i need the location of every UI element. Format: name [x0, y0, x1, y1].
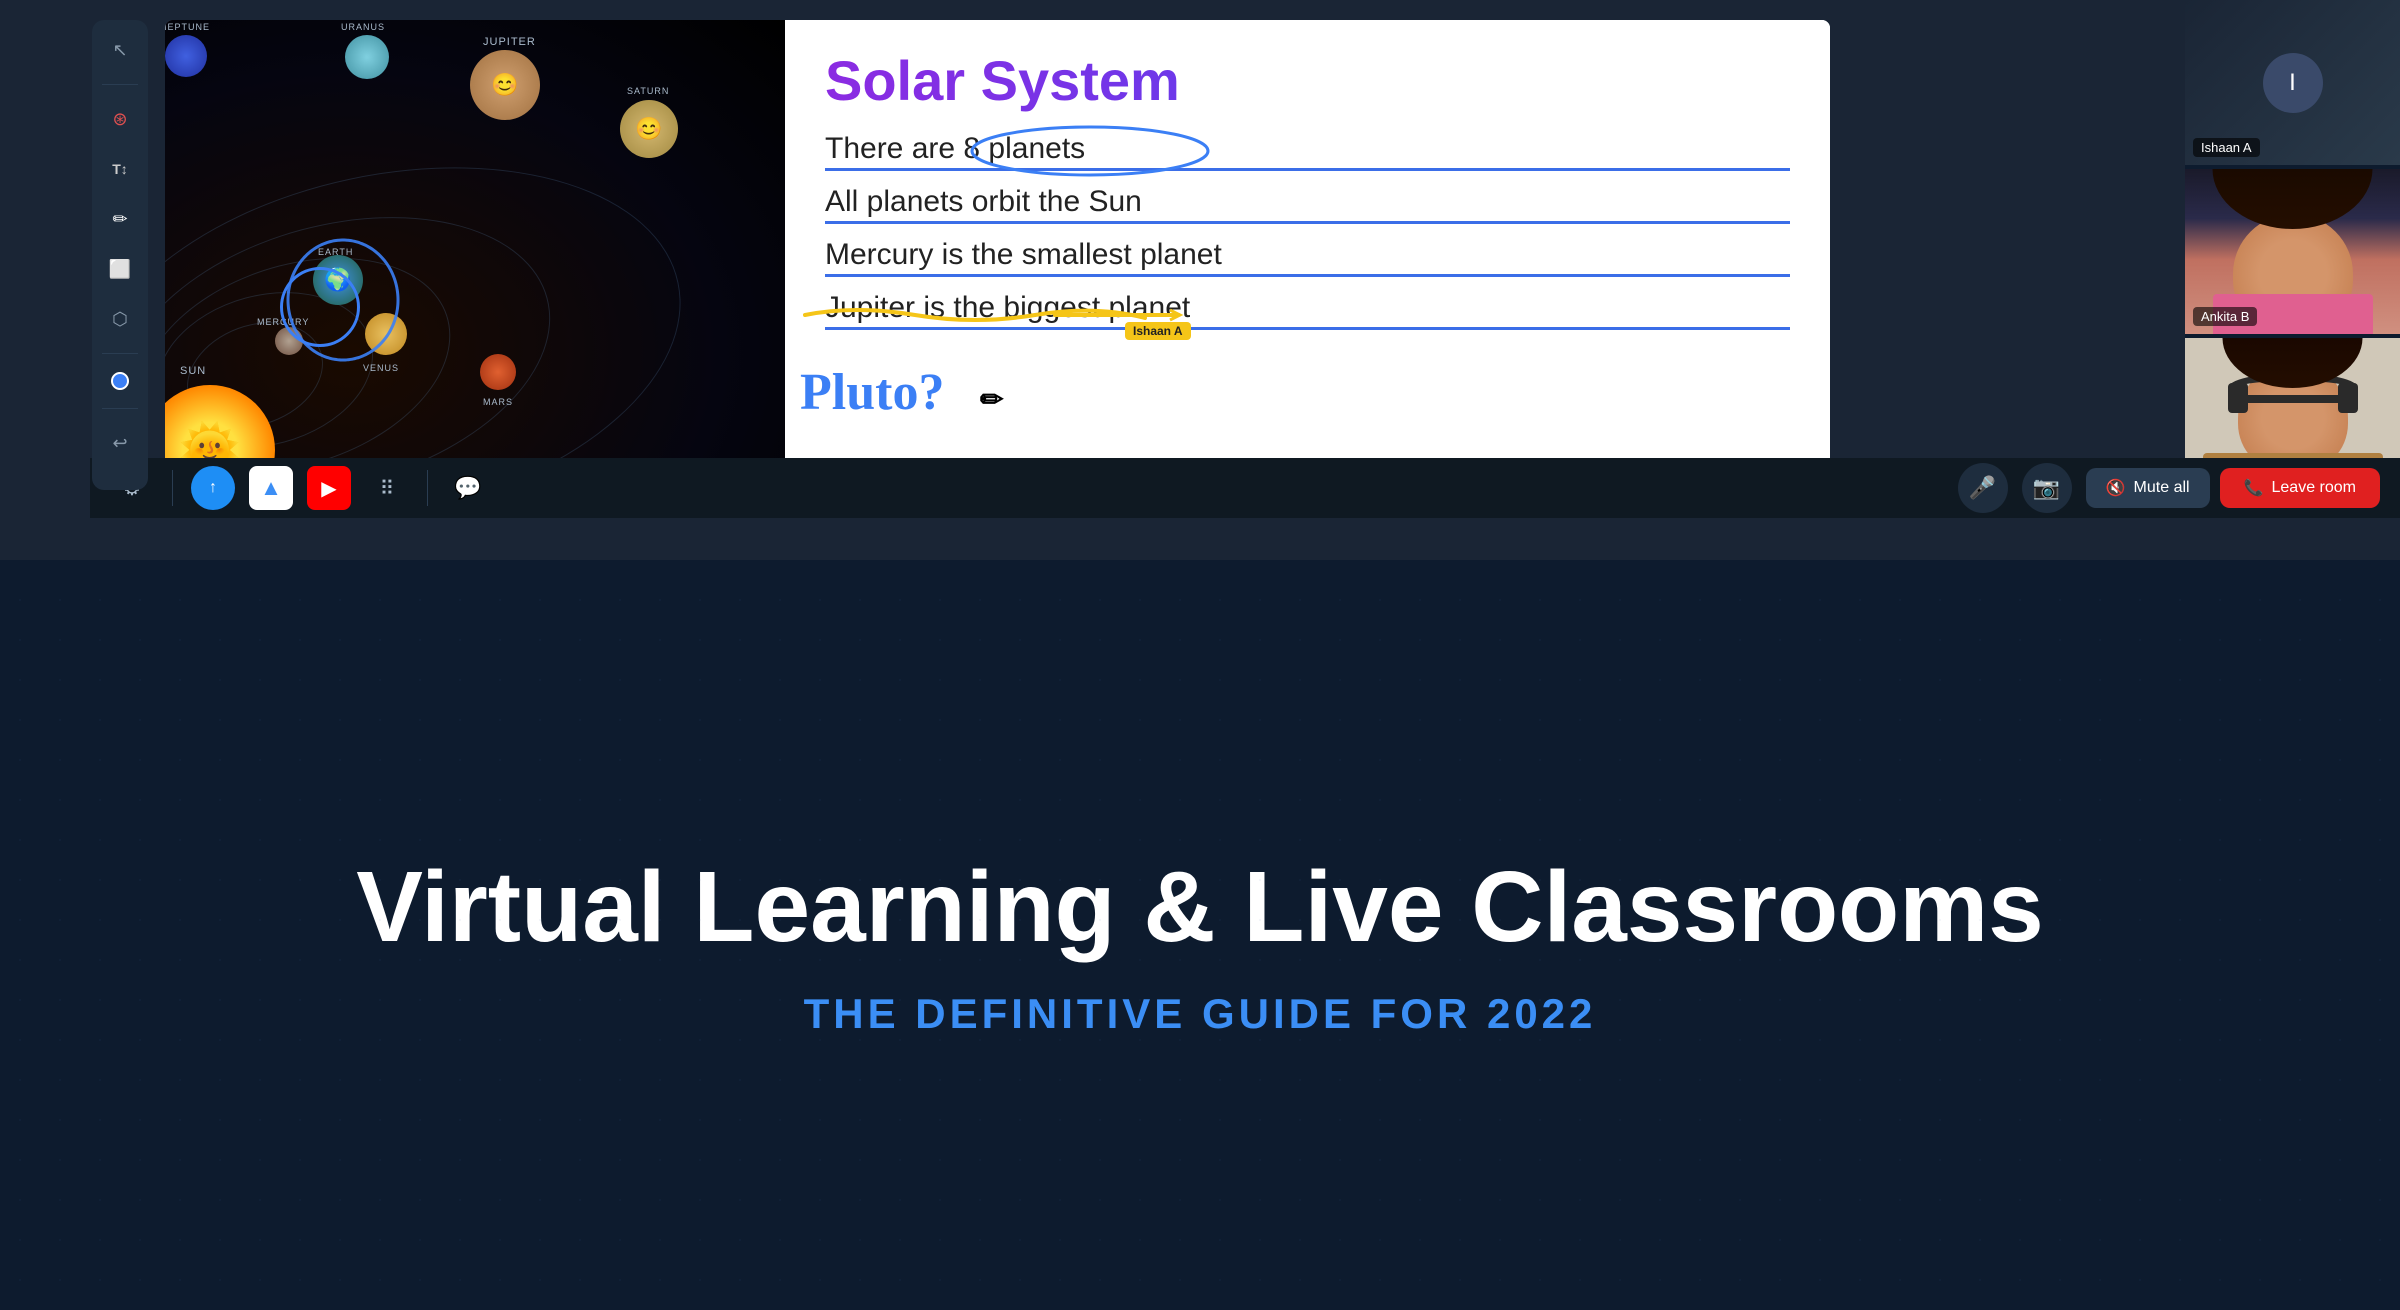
upload-button[interactable]: ↑ — [191, 466, 235, 510]
mute-icon: 🔇 — [2106, 478, 2126, 498]
fact-3: Mercury is the smallest planet — [825, 238, 1790, 277]
pluto-handwriting: Pluto? ✏ — [795, 344, 1015, 435]
drawing-toolbar: ↖ ⊛ T↕ ✏ ⬜ ⬡ ↩ — [92, 20, 148, 490]
solar-image: 🌞 SUN MERCURY VENUS 🌍 EARTH MARS 😊 JUPIT… — [165, 20, 785, 495]
text-tool[interactable]: T↕ — [104, 153, 136, 185]
chat-button[interactable]: 💬 — [446, 466, 490, 510]
mute-all-button[interactable]: 🔇 Mute all — [2086, 468, 2210, 508]
phone-icon: 📞 — [2244, 478, 2264, 498]
svg-text:Pluto?: Pluto? — [800, 364, 944, 421]
jupiter-planet: 😊 — [470, 50, 540, 120]
cursor-tool[interactable]: ↖ — [104, 34, 136, 66]
pluto-svg: Pluto? ✏ — [795, 344, 1015, 424]
toolbar-sep-1 — [172, 470, 173, 506]
slide-text-area: Solar System There are 8 planets All pla… — [785, 20, 1830, 495]
toolbar-divider-3 — [102, 408, 138, 409]
eraser-tool[interactable]: ⬜ — [104, 253, 136, 285]
saturn-label: SATURN — [627, 86, 669, 96]
mute-all-label: Mute all — [2134, 479, 2190, 497]
bottom-toolbar: ⚙ ↑ ▲ ▶ ⠿ 💬 🎤 📷 🔇 Mute all 📞 Leave room — [90, 458, 2400, 518]
earth-label: EARTH — [318, 247, 353, 257]
toolbar-sep-2 — [427, 470, 428, 506]
participant-ishaan: I Ishaan A — [2185, 0, 2400, 165]
color-picker[interactable] — [111, 372, 129, 390]
laser-tool[interactable]: ⊛ — [104, 103, 136, 135]
mercury-planet — [275, 327, 303, 355]
earth-planet: 🌍 — [313, 255, 363, 305]
whiteboard-slide: 🌞 SUN MERCURY VENUS 🌍 EARTH MARS 😊 JUPIT… — [165, 20, 1830, 495]
leave-room-label: Leave room — [2272, 479, 2357, 497]
slide-title: Solar System — [825, 50, 1790, 112]
ishaan-cursor-label: Ishaan A — [1125, 322, 1191, 340]
sun-label: SUN — [180, 365, 206, 377]
venus-planet — [365, 313, 407, 355]
pen-tool[interactable]: ✏ — [104, 203, 136, 235]
fact-1: There are 8 planets — [825, 132, 1790, 171]
ishaan-name: Ishaan A — [2193, 138, 2260, 157]
shape-tool[interactable]: ⬡ — [104, 303, 136, 335]
svg-text:✏: ✏ — [980, 385, 1004, 416]
neptune-label: NEPTUNE — [165, 22, 210, 32]
mars-label: MARS — [483, 397, 513, 407]
undo-button[interactable]: ↩ — [104, 427, 136, 459]
uranus-planet — [345, 35, 389, 79]
participants-panel: I Ishaan A Ankita B — [2185, 0, 2400, 505]
background-dots — [0, 580, 2400, 1310]
hero-section: Virtual Learning & Live Classrooms THE D… — [0, 580, 2400, 1310]
mercury-label: MERCURY — [257, 317, 309, 327]
saturn-planet: 😊 — [620, 100, 678, 158]
camera-button[interactable]: 📷 — [2022, 463, 2072, 513]
toolbar-divider-1 — [102, 84, 138, 85]
mic-button[interactable]: 🎤 — [1958, 463, 2008, 513]
leave-room-button[interactable]: 📞 Leave room — [2220, 468, 2380, 508]
google-drive-button[interactable]: ▲ — [249, 466, 293, 510]
ankita-name: Ankita B — [2193, 307, 2257, 326]
jupiter-label: JUPITER — [483, 36, 536, 48]
mars-planet — [480, 354, 516, 390]
toolbar-divider-2 — [102, 353, 138, 354]
participant-ankita: Ankita B — [2185, 169, 2400, 334]
classroom-ui: ↖ ⊛ T↕ ✏ ⬜ ⬡ ↩ 🌞 SUN MERCURY — [0, 0, 2400, 560]
fact-2: All planets orbit the Sun — [825, 185, 1790, 224]
uranus-label: URANUS — [341, 22, 385, 32]
youtube-button[interactable]: ▶ — [307, 466, 351, 510]
fact-4: Jupiter is the biggest planet — [825, 291, 1790, 330]
venus-label: VENUS — [363, 363, 399, 373]
neptune-planet — [165, 35, 207, 77]
right-control-buttons: 🔇 Mute all 📞 Leave room — [2086, 468, 2380, 508]
grid-button[interactable]: ⠿ — [365, 466, 409, 510]
